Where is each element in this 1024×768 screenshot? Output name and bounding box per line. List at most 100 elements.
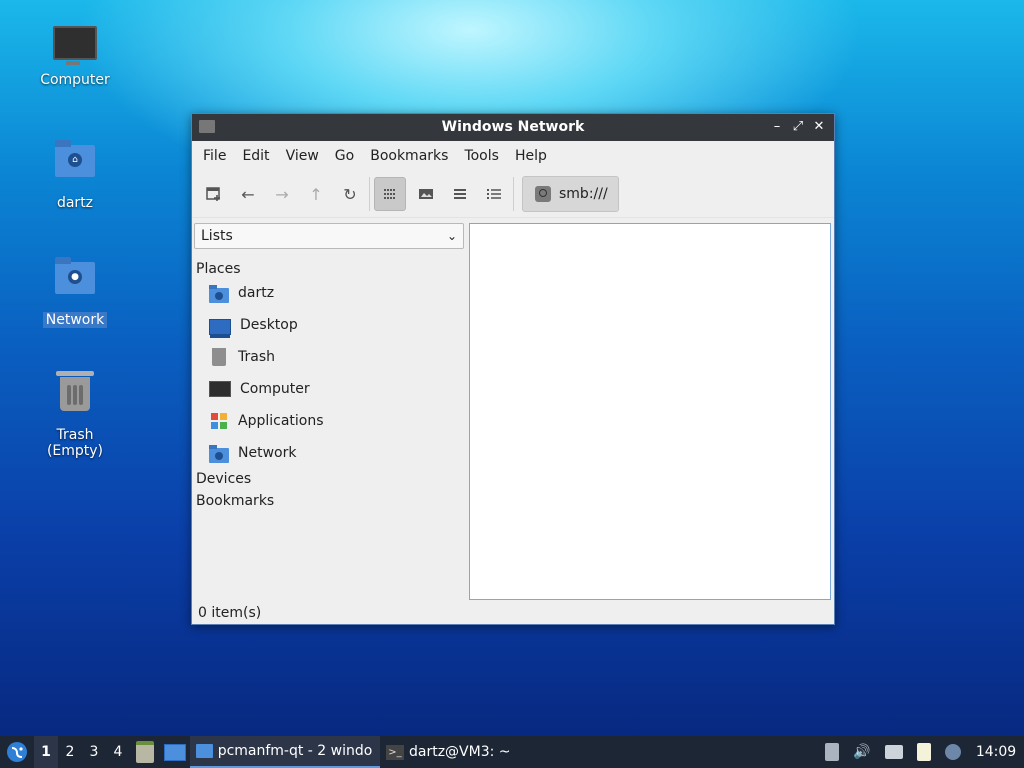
places-header[interactable]: Places — [193, 261, 467, 277]
taskbar: 1 2 3 4 pcmanfm-qt - 2 windo… >_ dartz@V… — [0, 736, 1024, 768]
workspace-4[interactable]: 4 — [106, 736, 130, 768]
close-button[interactable]: ✕ — [811, 118, 827, 136]
applications-icon — [211, 413, 227, 429]
chevron-down-icon: ⌄ — [446, 229, 457, 243]
place-item-applications[interactable]: Applications — [193, 405, 467, 437]
place-item-desktop[interactable]: Desktop — [193, 309, 467, 341]
detailed-list-button[interactable] — [480, 180, 508, 208]
menu-go[interactable]: Go — [327, 145, 362, 167]
toolbar: ← → ↑ ↻ smb:/// — [192, 171, 834, 218]
home-folder-icon — [209, 284, 229, 303]
place-label: Trash — [238, 349, 275, 365]
home-folder-icon: ⌂ — [55, 140, 95, 177]
back-button[interactable]: ← — [234, 180, 262, 208]
desktop-icon-home[interactable]: ⌂ dartz — [25, 139, 125, 211]
menu-bookmarks[interactable]: Bookmarks — [362, 145, 456, 167]
show-desktop-button[interactable] — [160, 736, 190, 768]
up-icon: ↑ — [309, 184, 323, 204]
place-label: dartz — [238, 285, 275, 301]
network-share-icon — [535, 186, 551, 202]
path-button[interactable]: smb:/// — [522, 176, 619, 212]
menu-view[interactable]: View — [278, 145, 327, 167]
start-menu-button[interactable] — [0, 736, 34, 768]
place-item-trash[interactable]: Trash — [193, 341, 467, 373]
task-terminal[interactable]: >_ dartz@VM3: ~ — [380, 736, 520, 768]
workspace-1[interactable]: 1 — [34, 736, 58, 768]
bookmarks-header[interactable]: Bookmarks — [193, 493, 467, 509]
icon-view-button[interactable] — [374, 177, 406, 211]
desktop-icon — [209, 319, 231, 338]
network-folder-icon: ● — [55, 257, 95, 294]
file-view[interactable] — [469, 223, 831, 600]
forward-button[interactable]: → — [268, 180, 296, 208]
desktop-icon-trash[interactable]: Trash (Empty) — [25, 371, 125, 459]
new-tab-button[interactable] — [200, 180, 228, 208]
volume-icon[interactable]: 🔊 — [853, 743, 871, 761]
task-label: pcmanfm-qt - 2 windo… — [217, 743, 374, 759]
file-cabinet-icon — [136, 741, 154, 763]
menu-tools[interactable]: Tools — [456, 145, 507, 167]
side-pane-mode-select[interactable]: Lists ⌄ — [194, 223, 464, 249]
detailed-list-icon — [487, 189, 501, 199]
menu-help[interactable]: Help — [507, 145, 555, 167]
maximize-button[interactable]: ⤢ — [790, 118, 806, 136]
place-label: Network — [238, 445, 297, 461]
desktop-icon — [164, 743, 186, 761]
task-label: dartz@VM3: ~ — [409, 744, 511, 760]
window-title: Windows Network — [441, 119, 585, 135]
workspace-3[interactable]: 3 — [82, 736, 106, 768]
update-notifier-icon[interactable] — [945, 744, 961, 760]
title-bar[interactable]: Windows Network – ⤢ ✕ — [192, 114, 834, 141]
desktop-icon-label: Network — [42, 312, 108, 328]
path-label: smb:/// — [559, 186, 608, 202]
toolbar-separator — [369, 177, 370, 211]
side-pane-mode-value: Lists — [201, 228, 233, 244]
workspace-2[interactable]: 2 — [58, 736, 82, 768]
desktop-icon-label: dartz — [56, 195, 94, 211]
thumbnail-view-button[interactable] — [412, 180, 440, 208]
reload-button[interactable]: ↻ — [336, 180, 364, 208]
terminal-icon: >_ — [386, 744, 404, 760]
menu-bar: File Edit View Go Bookmarks Tools Help — [192, 141, 834, 171]
folder-icon — [196, 744, 213, 758]
devices-header[interactable]: Devices — [193, 471, 467, 487]
place-label: Applications — [238, 413, 324, 429]
desktop-icon-label: Trash (Empty) — [46, 427, 104, 459]
toolbar-separator — [513, 177, 514, 211]
status-bar: 0 item(s) — [198, 605, 262, 621]
lxqt-logo-icon — [7, 742, 27, 762]
place-item-network[interactable]: Network — [193, 437, 467, 469]
file-manager-window: Windows Network – ⤢ ✕ File Edit View Go … — [191, 113, 835, 625]
clock[interactable]: 14:09 — [972, 744, 1020, 760]
icon-view-icon — [384, 189, 395, 199]
quicklaunch-files-button[interactable] — [130, 736, 160, 768]
menu-file[interactable]: File — [195, 145, 234, 167]
back-icon: ← — [241, 184, 255, 204]
place-label: Computer — [240, 381, 310, 397]
minimize-button[interactable]: – — [769, 118, 785, 136]
network-folder-icon — [209, 444, 229, 463]
desktop-icon-label: Computer — [40, 72, 110, 88]
compact-view-icon — [454, 189, 466, 199]
trash-icon — [212, 348, 226, 366]
computer-icon — [53, 26, 97, 65]
desktop-icon-computer[interactable]: Computer — [25, 22, 125, 88]
computer-icon — [209, 381, 231, 397]
network-status-icon[interactable] — [885, 745, 903, 759]
compact-view-button[interactable] — [446, 180, 474, 208]
trash-icon — [56, 371, 94, 411]
place-item-computer[interactable]: Computer — [193, 373, 467, 405]
new-tab-icon — [206, 187, 220, 201]
side-pane: Lists ⌄ Places dartz Desktop Trash Compu… — [193, 223, 467, 509]
place-label: Desktop — [240, 317, 298, 333]
thumbnail-view-icon — [419, 189, 433, 199]
forward-icon: → — [275, 184, 289, 204]
desktop-icon-network[interactable]: ● Network — [25, 256, 125, 328]
clipboard-icon[interactable] — [917, 743, 931, 761]
place-item-home[interactable]: dartz — [193, 277, 467, 309]
reload-icon: ↻ — [343, 184, 357, 204]
menu-edit[interactable]: Edit — [234, 145, 277, 167]
tray-arrow-icon[interactable] — [825, 743, 839, 761]
task-pcmanfm[interactable]: pcmanfm-qt - 2 windo… — [190, 736, 380, 768]
up-button[interactable]: ↑ — [302, 180, 330, 208]
